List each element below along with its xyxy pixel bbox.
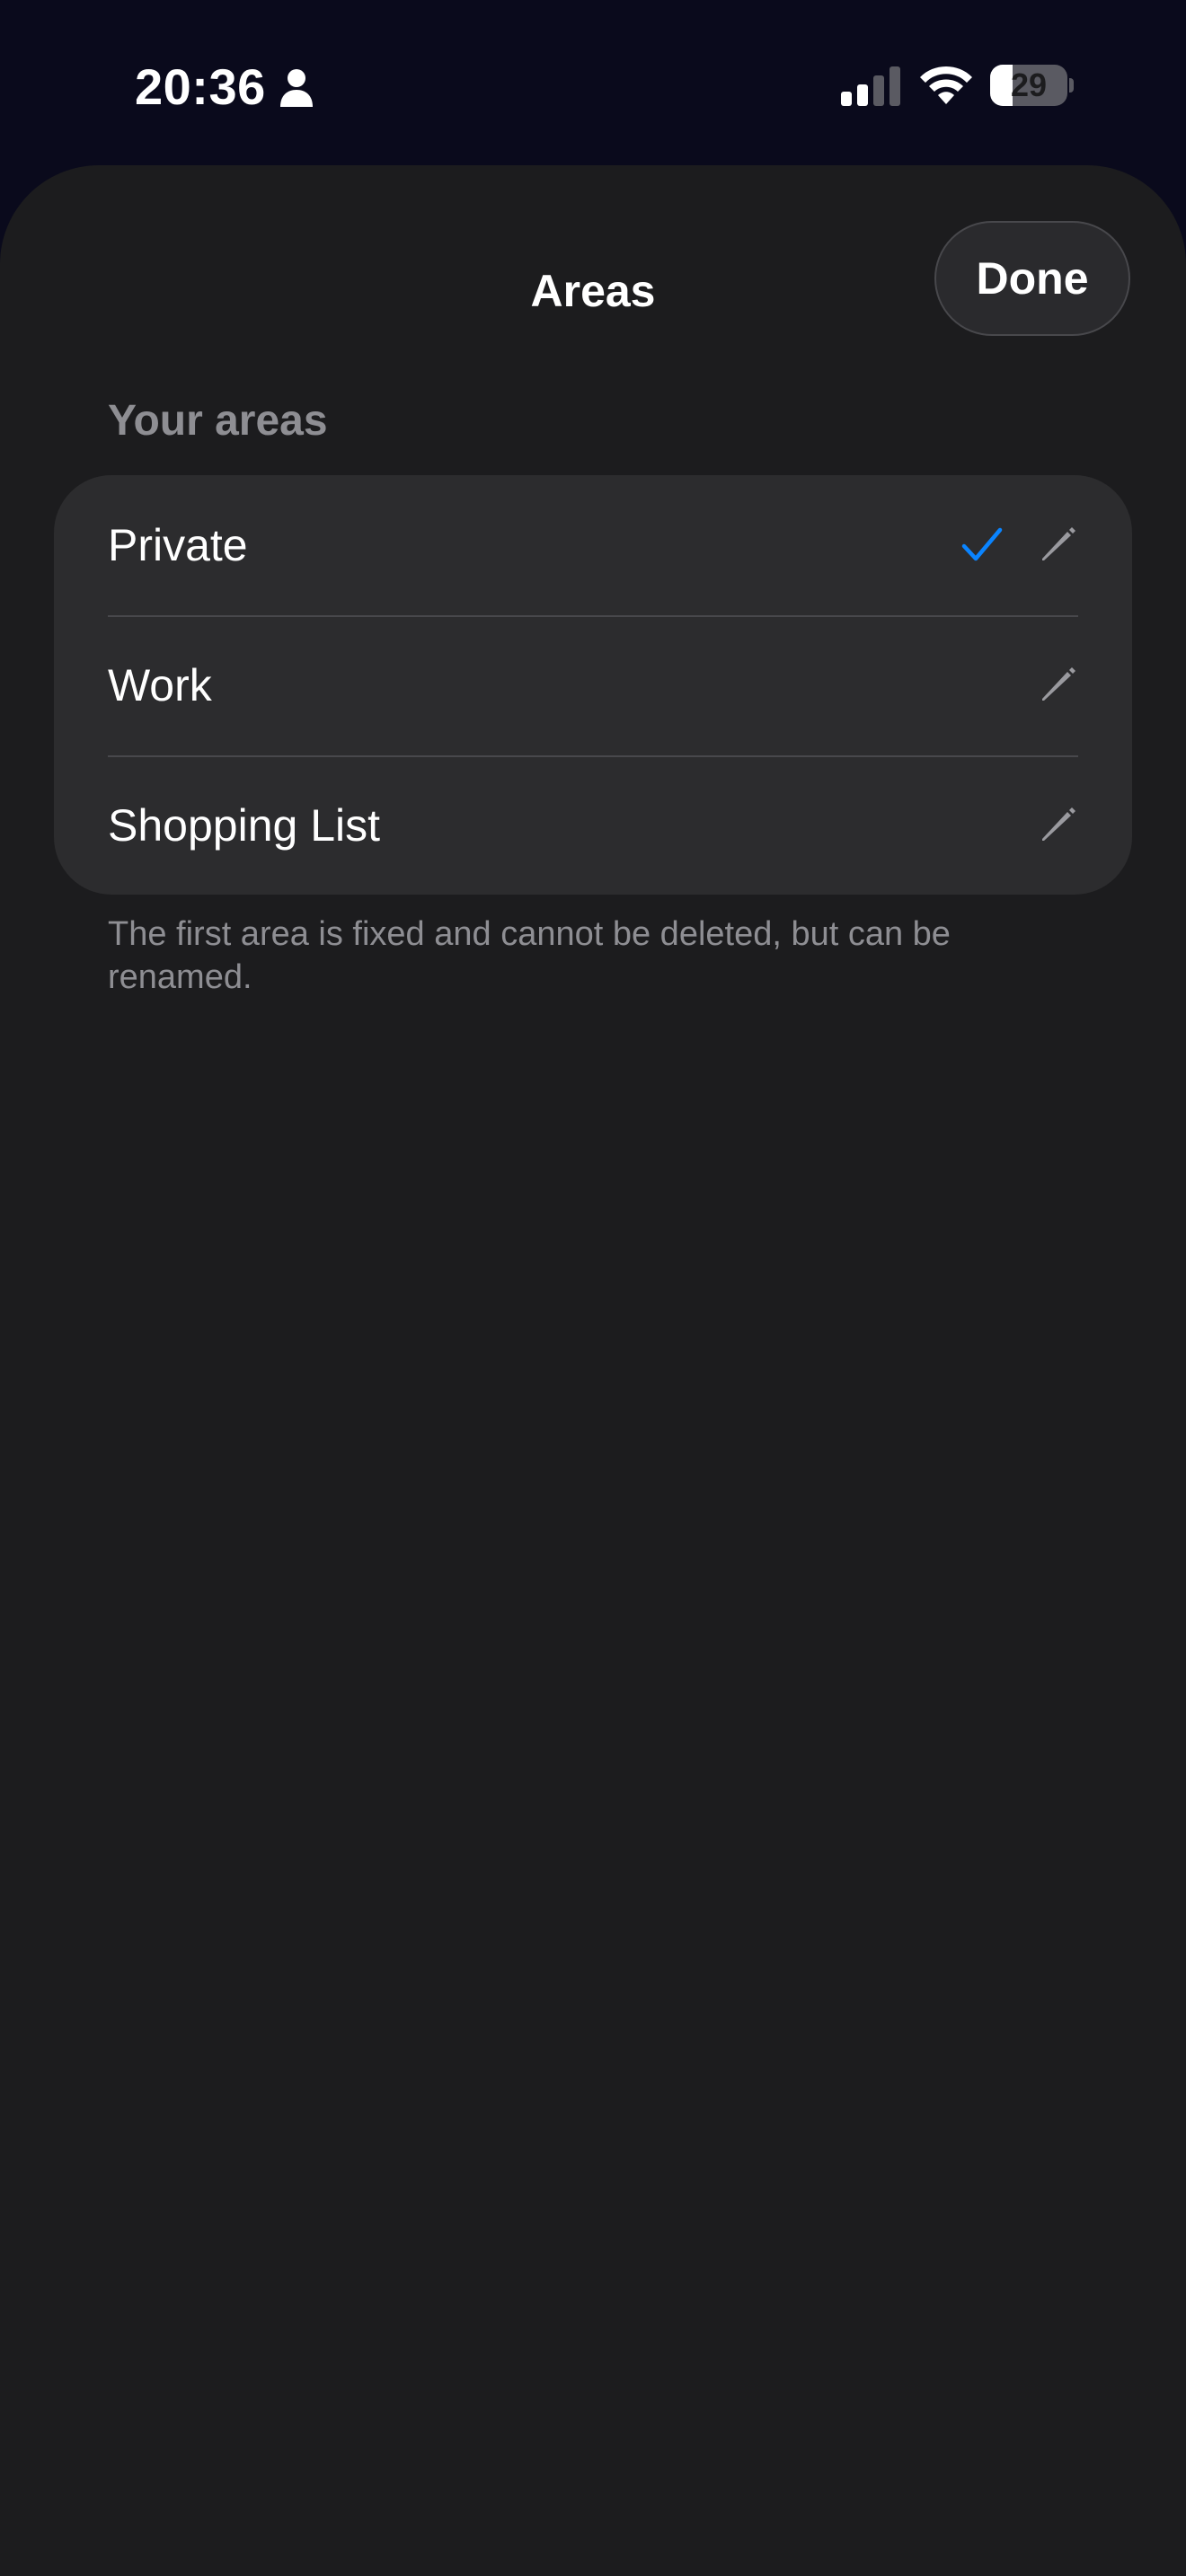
pencil-icon[interactable]	[1039, 666, 1076, 704]
areas-list: Private Work Shopping List	[54, 475, 1132, 895]
battery-body: 29	[990, 65, 1067, 106]
battery-tip	[1069, 78, 1074, 93]
battery-level: 29	[1010, 66, 1048, 103]
screen: 20:36 29 Areas Done Your areas Private W…	[0, 0, 1186, 2576]
person-icon	[280, 69, 313, 107]
area-label: Private	[108, 520, 248, 570]
done-button[interactable]: Done	[934, 221, 1130, 336]
battery-icon: 29	[990, 65, 1074, 106]
wifi-icon	[920, 66, 972, 104]
status-bar: 20:36 29	[0, 0, 1186, 171]
cellular-signal-icon	[841, 66, 900, 106]
areas-sheet: Areas Done Your areas Private Work Shopp…	[0, 165, 1186, 2576]
list-item[interactable]: Shopping List	[54, 755, 1132, 895]
checkmark-icon	[961, 527, 1003, 561]
section-header: Your areas	[108, 397, 328, 445]
pencil-icon[interactable]	[1039, 526, 1076, 564]
list-item[interactable]: Work	[54, 615, 1132, 755]
list-item[interactable]: Private	[54, 475, 1132, 615]
pencil-icon[interactable]	[1039, 807, 1076, 844]
footer-note: The first area is fixed and cannot be de…	[108, 915, 951, 996]
area-label: Work	[108, 660, 212, 710]
status-time: 20:36	[135, 58, 266, 115]
area-label: Shopping List	[108, 800, 381, 851]
